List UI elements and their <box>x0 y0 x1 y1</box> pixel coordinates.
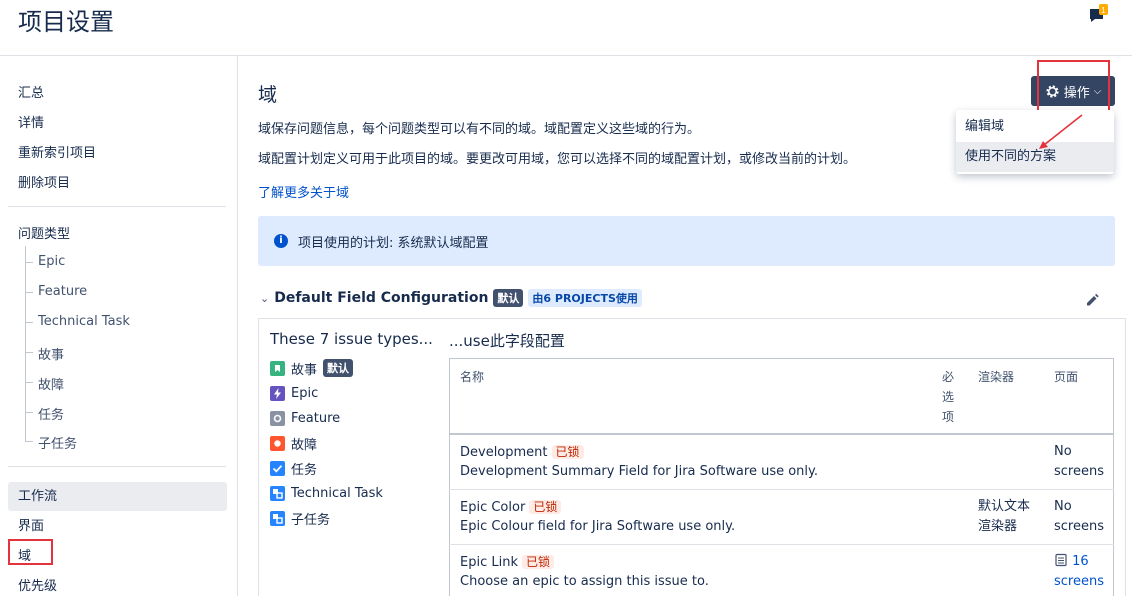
table-row-name: Epic Color 已锁 <box>460 497 562 518</box>
highlight-box-actions <box>1037 60 1110 114</box>
locked-badge: 已锁 <box>551 445 584 459</box>
field-description: Development Summary Field for Jira Softw… <box>460 464 818 479</box>
issue-type-row: 子任务 <box>270 508 330 528</box>
tree-tick <box>25 352 33 353</box>
sidebar-item-technical-task[interactable]: Technical Task <box>38 314 130 329</box>
table-row-name: Development 已锁 <box>460 442 584 463</box>
table-header-divider <box>449 433 1114 435</box>
issue-type-label: 子任务 <box>291 512 331 528</box>
column-header-screens: 页面 <box>1054 370 1079 384</box>
section-title: 域 <box>258 84 278 106</box>
sidebar-item-feature[interactable]: Feature <box>38 284 87 299</box>
bug-icon <box>270 435 285 451</box>
issue-type-row: 故障 <box>270 433 317 453</box>
tree-tick <box>25 382 33 383</box>
locked-badge: 已锁 <box>529 500 562 514</box>
feedback-icon[interactable]: 1 <box>1088 4 1110 26</box>
story-icon <box>270 360 285 376</box>
learn-more-link[interactable]: 了解更多关于域 <box>258 182 349 201</box>
field-name: Epic Color <box>460 500 526 515</box>
locked-badge: 已锁 <box>521 555 554 569</box>
sidebar-item-workflows[interactable]: 工作流 <box>18 485 57 504</box>
default-badge: 默认 <box>323 359 354 377</box>
sidebar-item-story[interactable]: 故事 <box>38 344 64 363</box>
issue-type-row: 任务 <box>270 458 317 478</box>
screens-value: No <box>1054 444 1072 459</box>
svg-text:1: 1 <box>1101 6 1106 15</box>
screens-value: screens <box>1054 464 1104 479</box>
issue-type-label: 故障 <box>291 437 318 453</box>
issue-type-label: 任务 <box>291 462 318 478</box>
annotation-arrow <box>1039 114 1083 149</box>
tree-tick <box>25 412 33 413</box>
fields-column-title: ...use此字段配置 <box>449 332 565 350</box>
page-header: 项目设置 1 <box>0 0 1132 56</box>
issue-type-label: Feature <box>291 410 341 426</box>
screens-count: 16 <box>1072 554 1089 569</box>
renderer-value: 默认文本 渲染器 <box>978 499 1031 534</box>
issue-type-row: Technical Task <box>270 483 383 503</box>
default-badge: 默认 <box>493 289 524 307</box>
table-row-divider <box>449 544 1114 545</box>
field-name: Epic Link <box>460 555 518 570</box>
sidebar-item-task[interactable]: 任务 <box>38 404 64 423</box>
issue-type-label: Epic <box>291 385 319 401</box>
tree-tick <box>25 322 33 323</box>
sidebar-divider <box>8 466 226 467</box>
table-row-divider <box>449 489 1114 490</box>
info-icon: i <box>274 234 288 248</box>
column-header-name: 名称 <box>460 370 485 384</box>
sidebar-divider <box>8 206 226 207</box>
screens-value: screens <box>1054 519 1104 534</box>
sidebar-item-subtask[interactable]: 子任务 <box>38 433 77 452</box>
tree-tick <box>25 262 33 263</box>
sidebar-item-priorities[interactable]: 优先级 <box>18 575 57 594</box>
page-title: 项目设置 <box>18 8 114 36</box>
sidebar-item-issue-types[interactable]: 问题类型 <box>18 223 70 242</box>
tree-tick <box>25 292 33 293</box>
table-row-name: Epic Link 已锁 <box>460 552 554 573</box>
task-icon <box>270 460 285 476</box>
issue-types-column-title: These 7 issue types... <box>270 330 433 348</box>
screens-link[interactable]: 16 <box>1054 552 1089 572</box>
column-header-required: 必 选 项 <box>942 370 955 424</box>
feature-icon <box>270 410 285 426</box>
field-description: Epic Colour field for Jira Software use … <box>460 519 736 534</box>
sidebar-item-screens[interactable]: 界面 <box>18 515 44 534</box>
sidebar-item-bug[interactable]: 故障 <box>38 374 64 393</box>
info-text: 项目使用的计划: 系统默认域配置 <box>298 236 489 251</box>
column-header-renderer: 渲染器 <box>978 370 1015 384</box>
issue-type-label: Technical Task <box>291 485 383 501</box>
sidebar-item-delete-project[interactable]: 删除项目 <box>18 172 70 191</box>
field-description: Choose an epic to assign this issue to. <box>460 574 709 589</box>
field-name: Development <box>460 445 548 460</box>
issue-type-row: Feature <box>270 408 340 428</box>
sidebar-item-epic[interactable]: Epic <box>38 254 65 269</box>
info-banner: i 项目使用的计划: 系统默认域配置 <box>258 216 1115 266</box>
screens-link-label[interactable]: screens <box>1054 572 1104 592</box>
tree-tick <box>25 441 33 442</box>
config-header: ⌄ Default Field Configuration 默认 由6 PROJ… <box>260 288 642 308</box>
epic-icon <box>270 385 285 401</box>
subtask-icon <box>270 485 285 501</box>
config-name: Default Field Configuration <box>274 290 489 306</box>
screens-icon <box>1055 553 1067 567</box>
sidebar-item-reindex[interactable]: 重新索引项目 <box>18 142 96 161</box>
projects-badge[interactable]: 由6 PROJECTS使用 <box>528 289 642 307</box>
chevron-down-icon[interactable]: ⌄ <box>260 292 269 305</box>
subtask-icon <box>270 510 285 526</box>
issue-type-row: Epic <box>270 383 318 403</box>
issue-type-label: 故事 <box>291 362 318 378</box>
sidebar-item-summary[interactable]: 汇总 <box>18 82 44 101</box>
screens-value: No <box>1054 499 1072 514</box>
highlight-box-fields <box>8 539 53 565</box>
description-line-2: 域配置计划定义可用于此项目的域。要更改可用域，您可以选择不同的域配置计划，或修改… <box>258 152 857 167</box>
description-line-1: 域保存问题信息，每个问题类型可以有不同的域。域配置定义这些域的行为。 <box>258 122 701 137</box>
issue-type-row: 故事 默认 <box>270 358 354 378</box>
pencil-icon[interactable] <box>1084 292 1100 308</box>
sidebar-item-details[interactable]: 详情 <box>18 112 44 131</box>
